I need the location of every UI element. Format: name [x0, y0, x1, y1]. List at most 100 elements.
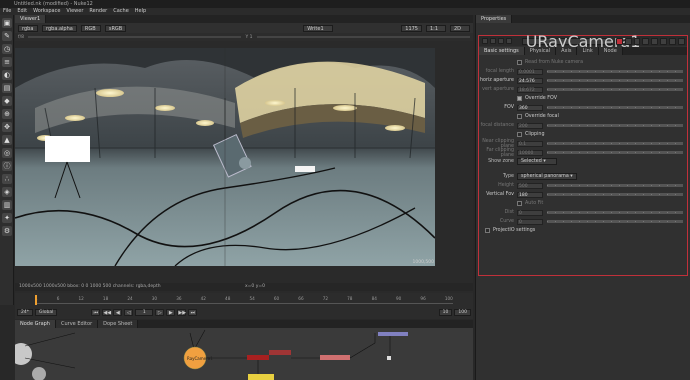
- tab-axis[interactable]: Axis: [556, 47, 578, 55]
- float-node-icon[interactable]: [489, 38, 496, 44]
- property-field[interactable]: 18.672: [517, 86, 543, 93]
- property-slider[interactable]: [547, 220, 683, 223]
- filter-icon[interactable]: ▤: [2, 83, 12, 93]
- property-checkbox[interactable]: [517, 114, 522, 119]
- property-field[interactable]: 360: [517, 104, 543, 111]
- tile-color-icon[interactable]: [624, 37, 632, 45]
- menu-item-render[interactable]: Render: [89, 8, 107, 15]
- prev-key-button[interactable]: ◀◀: [102, 308, 112, 316]
- time-icon[interactable]: ◷: [2, 44, 12, 54]
- property-checkbox[interactable]: [485, 228, 490, 233]
- gamma-slider[interactable]: [256, 36, 471, 38]
- bg-node-2[interactable]: [32, 367, 46, 380]
- color-icon[interactable]: ◐: [2, 70, 12, 80]
- knob-settings-icon[interactable]: [505, 38, 512, 44]
- property-slider[interactable]: [547, 124, 683, 127]
- property-dropdown[interactable]: spherical panorama ▾: [517, 173, 577, 180]
- zoom-dropdown[interactable]: 1175: [401, 24, 422, 32]
- lock-node-icon[interactable]: [497, 38, 504, 44]
- property-field[interactable]: 500: [517, 182, 543, 189]
- play-back-button[interactable]: ◁: [124, 308, 134, 316]
- property-checkbox[interactable]: [517, 132, 522, 137]
- next-frame-button[interactable]: ▶: [166, 308, 176, 316]
- help-icon[interactable]: [651, 37, 659, 45]
- property-slider[interactable]: [547, 193, 683, 196]
- channels-dropdown[interactable]: rgba: [18, 24, 38, 32]
- menu-item-edit[interactable]: Edit: [17, 8, 27, 15]
- step-field[interactable]: 10: [438, 308, 453, 316]
- reset-icon[interactable]: [660, 37, 668, 45]
- deep-icon[interactable]: ◈: [2, 187, 12, 197]
- timeline-track[interactable]: 16121824303642485460667278849096100: [35, 295, 453, 305]
- next-key-button[interactable]: ▶▶: [177, 308, 187, 316]
- render-node[interactable]: [320, 355, 350, 360]
- property-checkbox[interactable]: [517, 60, 522, 65]
- tab-basic-settings[interactable]: Basic settings: [479, 47, 525, 55]
- property-field[interactable]: 0: [517, 218, 543, 225]
- tab-link[interactable]: Link: [577, 47, 599, 55]
- image-icon[interactable]: ▣: [2, 18, 12, 28]
- scanline-node[interactable]: [247, 355, 269, 360]
- playhead[interactable]: [35, 295, 37, 305]
- redo-icon[interactable]: [642, 37, 650, 45]
- menu-item-viewer[interactable]: Viewer: [66, 8, 83, 15]
- prev-frame-button[interactable]: ◀: [113, 308, 123, 316]
- property-slider[interactable]: [547, 106, 683, 109]
- tab-dope-sheet[interactable]: Dope Sheet: [98, 320, 139, 328]
- bg-node[interactable]: [15, 343, 32, 365]
- property-slider[interactable]: [547, 211, 683, 214]
- viewer-image[interactable]: 1000,500: [15, 48, 435, 266]
- last-frame-button[interactable]: ⏭: [188, 308, 198, 316]
- frame-field[interactable]: 1: [135, 308, 154, 316]
- layer-dropdown[interactable]: rgba.alpha: [42, 24, 77, 32]
- scanline-node-2[interactable]: [269, 350, 291, 355]
- menu-item-help[interactable]: Help: [135, 8, 146, 15]
- menu-item-cache[interactable]: Cache: [113, 8, 129, 15]
- toolsets-icon[interactable]: ▥: [2, 200, 12, 210]
- close-icon[interactable]: [678, 37, 685, 45]
- property-dropdown[interactable]: Selected ▾: [517, 158, 557, 165]
- node-graph-canvas[interactable]: RayCamera1: [15, 328, 473, 380]
- gain-slider[interactable]: [27, 36, 242, 38]
- property-field[interactable]: 0.0001: [517, 68, 543, 75]
- property-field[interactable]: 0: [517, 209, 543, 216]
- range-dropdown[interactable]: 1:1: [426, 24, 446, 32]
- merge-icon[interactable]: ⊕: [2, 109, 12, 119]
- property-slider[interactable]: [547, 142, 683, 145]
- particles-icon[interactable]: ∴: [2, 174, 12, 184]
- property-slider[interactable]: [547, 70, 683, 73]
- property-slider[interactable]: [547, 184, 683, 187]
- property-slider[interactable]: [547, 88, 683, 91]
- node-name-field[interactable]: URayCamera1: [521, 33, 640, 49]
- plugins-icon[interactable]: ⚙: [2, 226, 12, 236]
- property-slider[interactable]: [547, 79, 683, 82]
- property-slider[interactable]: [547, 151, 683, 154]
- first-frame-button[interactable]: ⏮: [91, 308, 101, 316]
- checkerboard-node[interactable]: [378, 332, 408, 336]
- property-field[interactable]: 24.576: [517, 77, 543, 84]
- range-global-dropdown[interactable]: Global: [34, 308, 58, 316]
- tab-node[interactable]: Node: [598, 47, 623, 55]
- property-checkbox[interactable]: [517, 201, 522, 206]
- undo-icon[interactable]: [633, 37, 641, 45]
- property-field[interactable]: 10000: [517, 149, 543, 156]
- tab-curve-editor[interactable]: Curve Editor: [55, 320, 99, 328]
- property-field[interactable]: 0.1: [517, 140, 543, 147]
- property-checkbox[interactable]: [517, 96, 522, 101]
- play-button[interactable]: ▷: [155, 308, 165, 316]
- draw-icon[interactable]: ✎: [2, 31, 12, 41]
- views-icon[interactable]: ◎: [2, 148, 12, 158]
- write-node[interactable]: [248, 374, 274, 380]
- metadata-icon[interactable]: ⓘ: [2, 161, 12, 171]
- dot-node[interactable]: [387, 356, 391, 360]
- float-icon[interactable]: [669, 37, 677, 45]
- colorspace-dropdown[interactable]: RGB: [80, 24, 101, 32]
- menu-item-workspace[interactable]: Workspace: [33, 8, 60, 15]
- property-field[interactable]: 180: [517, 191, 543, 198]
- other-icon[interactable]: ✦: [2, 213, 12, 223]
- end-frame-field[interactable]: 100: [454, 308, 471, 316]
- display-dropdown[interactable]: sRGB: [104, 24, 127, 32]
- transform-icon[interactable]: ✥: [2, 122, 12, 132]
- node-color-icon[interactable]: [615, 37, 623, 45]
- tab-properties[interactable]: Properties: [476, 15, 513, 23]
